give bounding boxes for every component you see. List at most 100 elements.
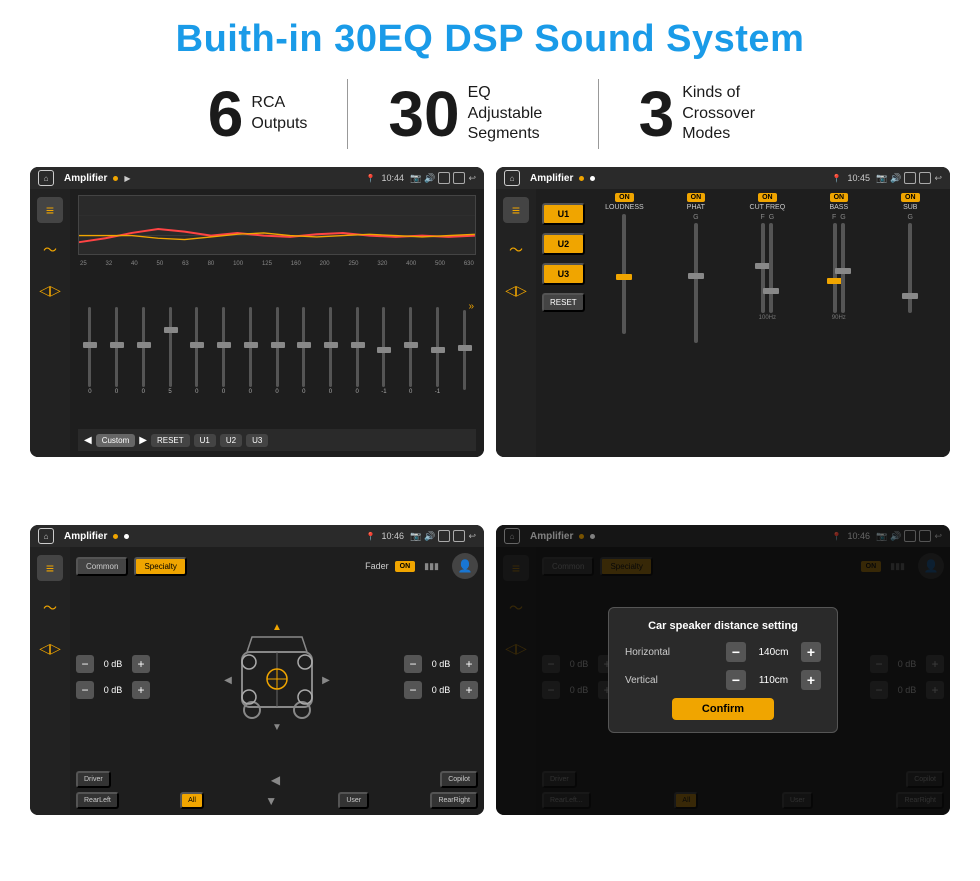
stats-row: 6 RCAOutputs 30 EQ AdjustableSegments 3 …: [30, 79, 950, 149]
cross-reset-btn[interactable]: RESET: [542, 293, 585, 312]
bass-track-g[interactable]: [841, 223, 845, 313]
specialty-tab[interactable]: Specialty: [134, 557, 186, 576]
rearleft-btn[interactable]: RearLeft: [76, 792, 119, 809]
eq-nav-wave[interactable]: 〜: [37, 237, 63, 263]
fader-icon-box1: [438, 530, 450, 542]
eq-slider-9[interactable]: 0: [319, 271, 343, 431]
stat-crossover-text: Kinds ofCrossover Modes: [682, 83, 772, 145]
dialog-vertical-label: Vertical: [625, 675, 658, 686]
eq-slider-11[interactable]: -1: [372, 271, 396, 431]
db-minus-0[interactable]: −: [76, 655, 94, 673]
phat-track[interactable]: [694, 223, 698, 343]
db-plus-2[interactable]: +: [460, 655, 478, 673]
loudness-track[interactable]: [622, 214, 626, 334]
crossover-main-area: U1 U2 U3 RESET ON LOUDNESS: [536, 189, 950, 457]
car-diagram: ▲ ▼ ◀ ▶: [222, 622, 332, 732]
eq-nav-speaker[interactable]: ◁▷: [37, 277, 63, 303]
eq-slider-3[interactable]: 5: [158, 271, 182, 431]
fader-nav-speaker[interactable]: ◁▷: [37, 635, 63, 661]
eq-custom-btn[interactable]: Custom: [96, 434, 136, 447]
db-minus-1[interactable]: −: [76, 681, 94, 699]
eq-nav-eq[interactable]: ≡: [37, 197, 63, 223]
dialog-vertical-minus[interactable]: −: [726, 670, 746, 690]
eq-next[interactable]: ▶: [139, 435, 147, 446]
eq-slider-12[interactable]: 0: [399, 271, 423, 431]
eq-slider-8[interactable]: 0: [292, 271, 316, 431]
cutfreq-tracks: [761, 223, 773, 313]
sub-label: SUB: [903, 204, 917, 211]
svg-text:▶: ▶: [322, 675, 330, 686]
eq-slider-4[interactable]: 0: [185, 271, 209, 431]
eq-side-nav: ≡ 〜 ◁▷: [30, 189, 70, 457]
eq-u1-btn[interactable]: U1: [194, 434, 216, 447]
eq-slider-14[interactable]: [452, 271, 476, 431]
fader-screen: ⌂ Amplifier 📍 10:46 📷 🔊 ↩ ≡ 〜: [30, 525, 484, 815]
db-plus-3[interactable]: +: [460, 681, 478, 699]
cross-nav-eq[interactable]: ≡: [503, 197, 529, 223]
db-minus-3[interactable]: −: [404, 681, 422, 699]
db-plus-0[interactable]: +: [132, 655, 150, 673]
u2-btn[interactable]: U2: [542, 233, 585, 255]
sub-track[interactable]: [908, 223, 912, 313]
eq-slider-7[interactable]: 0: [265, 271, 289, 431]
cross-dot2: [590, 176, 595, 181]
db-plus-1[interactable]: +: [132, 681, 150, 699]
eq-bottom-bar: ◀ Custom ▶ RESET U1 U2 U3: [78, 429, 476, 451]
eq-track-6: [249, 307, 252, 387]
db-minus-2[interactable]: −: [404, 655, 422, 673]
common-tab[interactable]: Common: [76, 557, 128, 576]
dialog-screen: ⌂ Amplifier 📍 10:46 📷 🔊 ↩ ≡: [496, 525, 950, 815]
eq-slider-6[interactable]: 0: [238, 271, 262, 431]
eq-prev[interactable]: ◀: [84, 435, 92, 446]
fader-bottom-bar: Driver ◀ Copilot: [76, 771, 478, 788]
eq-val-5: 0: [222, 389, 225, 395]
fader-nav-wave[interactable]: 〜: [37, 595, 63, 621]
dialog-box: Car speaker distance setting Horizontal …: [608, 607, 838, 733]
eq-screen-content: ≡ 〜 ◁▷: [30, 189, 484, 457]
eq-val-8: 0: [302, 389, 305, 395]
eq-slider-13[interactable]: -1: [426, 271, 450, 431]
db-row-1: − 0 dB +: [76, 681, 150, 699]
cutfreq-track-f[interactable]: [761, 223, 765, 313]
user-btn[interactable]: User: [338, 792, 369, 809]
eq-slider-1[interactable]: 0: [105, 271, 129, 431]
eq-main-area: 2532405063 80100125160200 25032040050063…: [70, 189, 484, 457]
stat-crossover: 3 Kinds ofCrossover Modes: [599, 82, 813, 146]
u1-btn[interactable]: U1: [542, 203, 585, 225]
eq-u3-btn[interactable]: U3: [246, 434, 268, 447]
dialog-horizontal-minus[interactable]: −: [726, 642, 746, 662]
eq-slider-0[interactable]: 0: [78, 271, 102, 431]
eq-reset-btn[interactable]: RESET: [151, 434, 190, 447]
cutfreq-label: CUT FREQ: [750, 204, 786, 211]
eq-track-4: [195, 307, 198, 387]
cross-nav-speaker[interactable]: ◁▷: [503, 277, 529, 303]
driver-btn[interactable]: Driver: [76, 771, 111, 788]
stat-rca-text: RCAOutputs: [251, 93, 307, 135]
svg-text:◀: ◀: [224, 675, 232, 686]
rearright-btn[interactable]: RearRight: [430, 792, 478, 809]
eq-slider-5[interactable]: 0: [212, 271, 236, 431]
stat-eq: 30 EQ AdjustableSegments: [348, 82, 597, 146]
eq-u2-btn[interactable]: U2: [220, 434, 242, 447]
dialog-horizontal-plus[interactable]: +: [801, 642, 821, 662]
cross-nav-wave[interactable]: 〜: [503, 237, 529, 263]
eq-scroll-arrows: »: [468, 301, 474, 312]
dialog-vertical-plus[interactable]: +: [801, 670, 821, 690]
eq-val-6: 0: [249, 389, 252, 395]
fader-main-area: Common Specialty Fader ON ▮▮▮ 👤 − 0 dB: [70, 547, 484, 815]
confirm-button[interactable]: Confirm: [672, 698, 774, 720]
eq-thumb-2: [137, 342, 151, 348]
fader-status-icons: 📷 🔊 ↩: [410, 530, 476, 542]
fader-nav-eq[interactable]: ≡: [37, 555, 63, 581]
u3-btn[interactable]: U3: [542, 263, 585, 285]
stat-rca-number: 6: [208, 82, 244, 146]
eq-slider-10[interactable]: 0: [345, 271, 369, 431]
eq-track-8: [302, 307, 305, 387]
eq-val-11: -1: [381, 389, 386, 395]
dialog-overlay: Car speaker distance setting Horizontal …: [496, 525, 950, 815]
eq-slider-2[interactable]: 0: [131, 271, 155, 431]
copilot-btn[interactable]: Copilot: [440, 771, 478, 788]
all-btn[interactable]: All: [180, 792, 204, 809]
stat-eq-number: 30: [388, 82, 459, 146]
cutfreq-track-g[interactable]: [769, 223, 773, 313]
